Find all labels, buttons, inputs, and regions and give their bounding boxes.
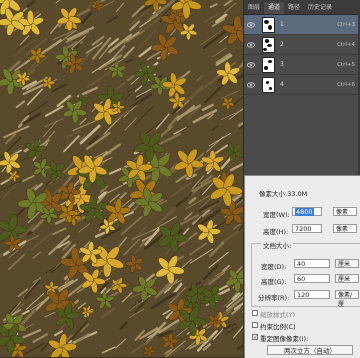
channel-shortcut: Ctrl+5	[337, 62, 355, 68]
channel-shortcut: Ctrl+6	[337, 82, 355, 88]
channel-row[interactable]: 1 Ctrl+3	[244, 15, 360, 35]
tab-channels[interactable]: 通道	[264, 2, 284, 14]
width-label: 宽度(W):	[263, 209, 290, 219]
resolution-unit-select[interactable]: 像素/厘	[335, 290, 359, 299]
doc-width-label: 宽度(D):	[261, 261, 286, 271]
tab-history[interactable]: 历史记录	[304, 2, 336, 14]
doc-height-input[interactable]: 60	[294, 274, 330, 283]
channels-panel: 图层 通道 路径 历史记录 1 Ctrl+3 2 Ctrl+4 3 Ctrl+5…	[243, 0, 360, 175]
tab-paths[interactable]: 路径	[284, 2, 304, 14]
eye-icon[interactable]	[246, 40, 256, 50]
resample-method-select[interactable]: 两次立方（自动）	[267, 345, 353, 355]
resample-checkbox[interactable]: ✓	[252, 334, 258, 340]
height-input[interactable]: 7200	[292, 224, 322, 233]
channel-shortcut: Ctrl+3	[337, 22, 355, 28]
camouflage-canvas[interactable]	[0, 0, 243, 357]
channel-name: 3	[280, 61, 320, 68]
channel-name: 2	[280, 41, 320, 48]
width-unit-select[interactable]: 像素	[333, 207, 357, 216]
channel-thumbnail	[262, 57, 275, 73]
camouflage-image	[0, 0, 243, 357]
pixel-dimensions-label: 像素大小:33.0M	[259, 188, 307, 198]
doc-height-unit-select[interactable]: 厘米	[335, 274, 359, 283]
channel-shortcut: Ctrl+4	[337, 42, 355, 48]
tab-layers[interactable]: 图层	[244, 2, 264, 14]
doc-width-input[interactable]: 40	[294, 259, 330, 268]
constrain-proportions-label: 约束比例(C)	[260, 321, 296, 331]
document-size-label: 文档大小:	[261, 240, 293, 250]
scale-styles-checkbox[interactable]	[252, 310, 258, 316]
resample-label: 重定图像像素(I):	[260, 333, 308, 343]
scale-styles-label: 缩放样式(Y)	[260, 309, 295, 319]
channel-name: 4	[280, 81, 320, 88]
image-size-dialog: 像素大小:33.0M 宽度(W): 4800 像素 高度(H): 7200 像素…	[244, 175, 360, 358]
resolution-input[interactable]: 120	[294, 290, 330, 299]
eye-icon[interactable]	[246, 60, 256, 70]
eye-icon[interactable]	[246, 80, 256, 90]
doc-height-label: 高度(G):	[261, 276, 286, 286]
channel-row[interactable]: 2 Ctrl+4	[244, 35, 360, 55]
channel-row[interactable]: 3 Ctrl+5	[244, 55, 360, 75]
height-label: 高度(H):	[263, 226, 288, 236]
doc-width-unit-select[interactable]: 厘米	[335, 259, 359, 268]
eye-icon[interactable]	[246, 20, 256, 30]
channel-thumbnail	[262, 37, 275, 53]
width-input[interactable]: 4800	[292, 207, 322, 216]
channel-name: 1	[280, 21, 320, 28]
resolution-label: 分辨率(R):	[258, 292, 289, 302]
height-unit-select[interactable]: 像素	[333, 224, 357, 233]
channel-thumbnail	[262, 77, 275, 93]
panel-tabs: 图层 通道 路径 历史记录	[244, 0, 360, 15]
channel-row[interactable]: 4 Ctrl+6	[244, 75, 360, 95]
channel-thumbnail	[262, 17, 275, 33]
constrain-proportions-checkbox[interactable]	[252, 322, 258, 328]
